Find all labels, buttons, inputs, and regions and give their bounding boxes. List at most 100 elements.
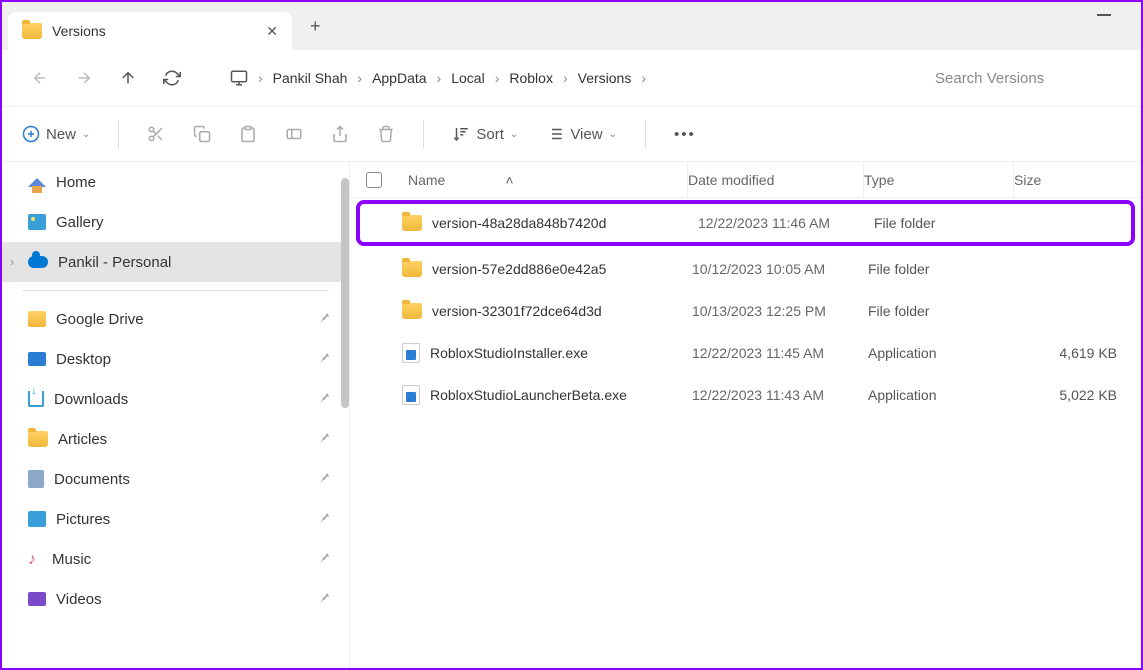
share-button[interactable] [331, 125, 349, 143]
chevron-right-icon: › [563, 70, 568, 86]
chevron-right-icon: › [437, 70, 442, 86]
sidebar-item-downloads[interactable]: Downloads [2, 379, 349, 419]
search-input[interactable]: Search Versions [921, 59, 1121, 97]
select-all-checkbox[interactable] [366, 172, 382, 188]
exe-icon [402, 385, 420, 405]
file-row[interactable]: version-57e2dd886e0e42a5 10/12/2023 10:05… [350, 248, 1141, 290]
folder-icon [22, 23, 42, 39]
crumb-item[interactable]: Versions [578, 70, 632, 86]
sort-button[interactable]: Sort ⌄ [452, 125, 518, 143]
breadcrumb[interactable]: › Pankil Shah › AppData › Local › Roblox… [216, 59, 903, 97]
chevron-right-icon: › [495, 70, 500, 86]
file-date: 12/22/2023 11:46 AM [698, 215, 874, 231]
file-name: version-32301f72dce64d3d [432, 303, 602, 319]
music-icon [28, 551, 42, 567]
file-date: 12/22/2023 11:45 AM [692, 345, 868, 361]
tab-current[interactable]: Versions ✕ [8, 12, 292, 50]
file-date: 10/13/2023 12:25 PM [692, 303, 868, 319]
file-row[interactable]: RobloxStudioLauncherBeta.exe12/22/2023 1… [350, 374, 1141, 416]
column-date[interactable]: Date modified [688, 162, 864, 197]
list-icon [546, 125, 564, 143]
minimize-button[interactable] [1097, 14, 1111, 16]
crumb-item[interactable]: Local [451, 70, 484, 86]
file-content: Name˄ Date modified Type Size version-48… [350, 162, 1141, 668]
file-row[interactable]: version-48a28da848b7420d 12/22/2023 11:46… [358, 202, 1133, 244]
file-name: RobloxStudioInstaller.exe [430, 345, 588, 361]
sidebar-item-gallery[interactable]: Gallery [2, 202, 349, 242]
column-type[interactable]: Type [864, 162, 1014, 197]
folder-icon [28, 431, 48, 447]
desktop-icon [28, 352, 46, 366]
file-row[interactable]: RobloxStudioInstaller.exe 12/22/2023 11:4… [350, 332, 1141, 374]
trash-icon [377, 125, 395, 143]
scrollbar-thumb[interactable] [341, 178, 349, 408]
crumb-item[interactable]: AppData [372, 70, 426, 86]
crumb-item[interactable]: Pankil Shah [273, 70, 348, 86]
plus-circle-icon [22, 125, 40, 143]
sidebar-item-google-drive[interactable]: Google Drive [2, 299, 349, 339]
pin-icon[interactable] [319, 431, 331, 448]
chevron-down-icon: ⌄ [82, 129, 90, 140]
chevron-down-icon: ⌄ [609, 129, 617, 140]
sidebar-item-articles[interactable]: Articles [2, 419, 349, 459]
sidebar-item-music[interactable]: Music [2, 539, 349, 579]
sort-asc-icon: ˄ [505, 172, 513, 188]
pin-icon[interactable] [319, 351, 331, 368]
new-button[interactable]: New ⌄ [22, 125, 90, 143]
titlebar: Versions ✕ + [2, 2, 1141, 50]
forward-button[interactable] [66, 60, 102, 96]
navbar: › Pankil Shah › AppData › Local › Roblox… [2, 50, 1141, 106]
delete-button[interactable] [377, 125, 395, 143]
file-type: File folder [868, 303, 1018, 319]
file-size: 4,619 KB [1018, 345, 1141, 361]
file-date: 10/12/2023 10:05 AM [692, 261, 868, 277]
file-type: File folder [874, 215, 1024, 231]
crumb-item[interactable]: Roblox [509, 70, 553, 86]
more-button[interactable]: ••• [674, 126, 696, 143]
rename-icon [285, 125, 303, 143]
pin-icon[interactable] [319, 551, 331, 568]
column-name[interactable]: Name˄ [402, 162, 688, 197]
paste-button[interactable] [239, 125, 257, 143]
rename-button[interactable] [285, 125, 303, 143]
file-type: File folder [868, 261, 1018, 277]
chevron-right-icon: › [258, 70, 263, 86]
close-tab-icon[interactable]: ✕ [266, 23, 278, 40]
pin-icon[interactable] [319, 471, 331, 488]
up-button[interactable] [110, 60, 146, 96]
refresh-button[interactable] [154, 60, 190, 96]
onedrive-icon [28, 256, 48, 268]
back-button[interactable] [22, 60, 58, 96]
pin-icon[interactable] [319, 391, 331, 408]
gallery-icon [28, 214, 46, 230]
sidebar-item-home[interactable]: Home [2, 162, 349, 202]
folder-icon [402, 261, 422, 277]
view-button[interactable]: View ⌄ [546, 125, 617, 143]
cut-button[interactable] [147, 125, 165, 143]
pin-icon[interactable] [319, 511, 331, 528]
file-type: Application [868, 387, 1018, 403]
copy-button[interactable] [193, 125, 211, 143]
sidebar-item-personal[interactable]: › Pankil - Personal [2, 242, 349, 282]
home-icon [28, 178, 46, 187]
file-name: version-57e2dd886e0e42a5 [432, 261, 606, 277]
exe-icon [402, 343, 420, 363]
pin-icon[interactable] [319, 591, 331, 608]
sidebar-item-documents[interactable]: Documents [2, 459, 349, 499]
pin-icon[interactable] [319, 311, 331, 328]
sidebar-item-desktop[interactable]: Desktop [2, 339, 349, 379]
chevron-right-icon[interactable]: › [10, 255, 14, 269]
share-icon [331, 125, 349, 143]
tab-title: Versions [52, 23, 106, 39]
sidebar-item-videos[interactable]: Videos [2, 579, 349, 619]
file-row[interactable]: version-32301f72dce64d3d 10/13/2023 12:25… [350, 290, 1141, 332]
sidebar-item-pictures[interactable]: Pictures [2, 499, 349, 539]
file-type: Application [868, 345, 1018, 361]
new-tab-button[interactable]: + [310, 16, 321, 37]
sidebar: Home Gallery › Pankil - Personal Google … [2, 162, 350, 668]
toolbar: New ⌄ Sort ⌄ View ⌄ ••• [2, 106, 1141, 162]
file-name: version-48a28da848b7420d [432, 215, 606, 231]
folder-icon [402, 303, 422, 319]
column-size[interactable]: Size [1014, 162, 1141, 197]
videos-icon [28, 592, 46, 606]
